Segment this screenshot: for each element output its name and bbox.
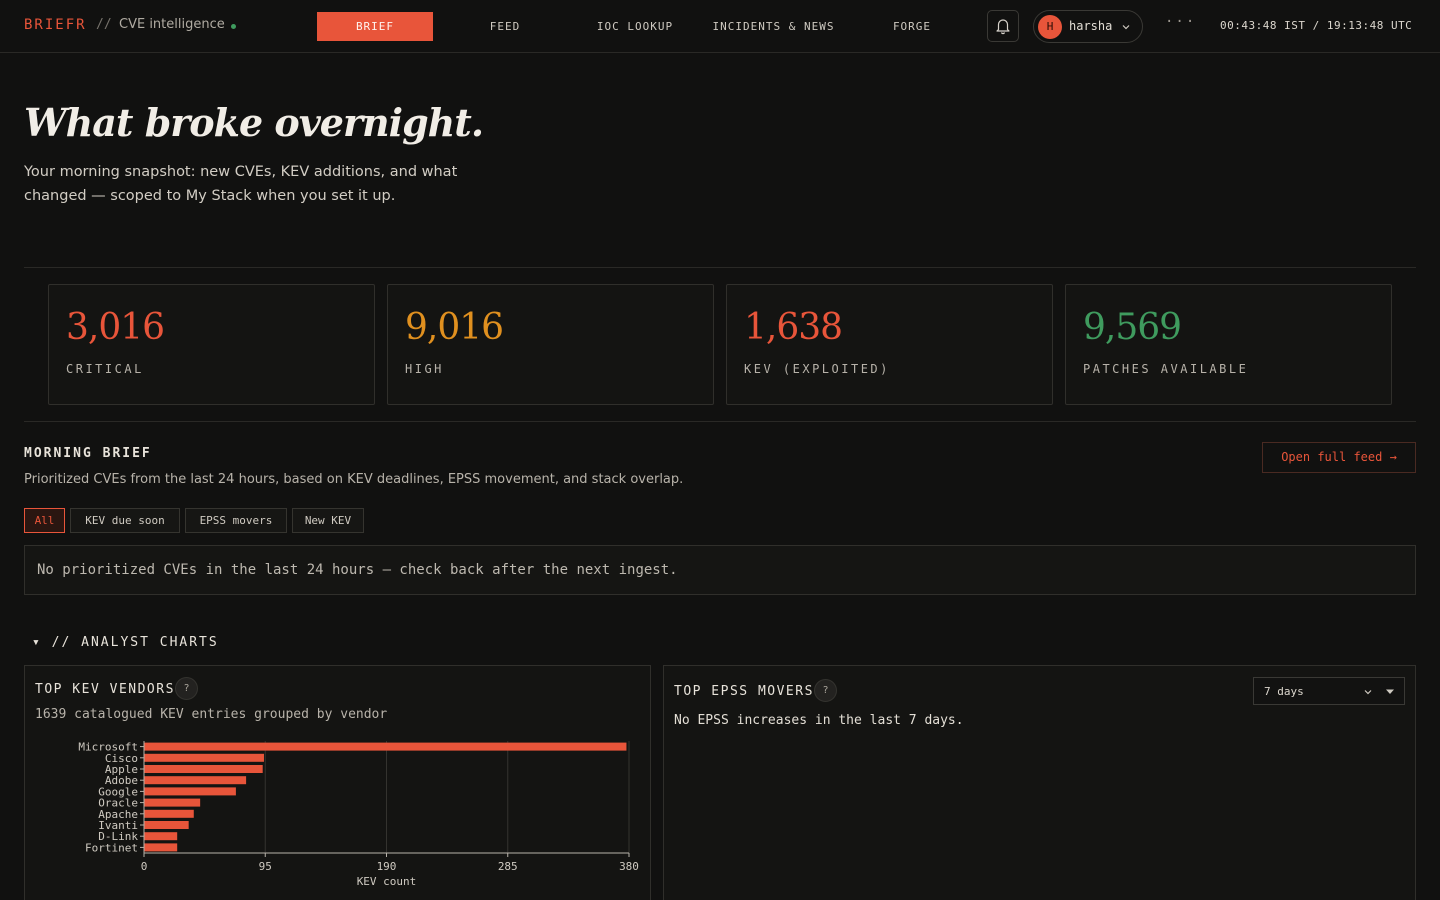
filter-new-kev[interactable]: New KEV (292, 508, 364, 533)
epss-empty-message: No EPSS increases in the last 7 days. (674, 713, 964, 728)
user-name: harsha (1069, 19, 1113, 33)
chevron-down-icon (1364, 690, 1372, 695)
stat-label: PATCHES AVAILABLE (1083, 362, 1249, 376)
x-tick-label: 0 (141, 860, 148, 873)
stat-value: 1,638 (744, 307, 843, 348)
avatar: H (1038, 15, 1062, 39)
x-axis-label: KEV count (357, 875, 417, 888)
x-tick-label: 380 (619, 860, 639, 873)
bar (144, 765, 263, 773)
nav-forge[interactable]: FORGE (872, 12, 952, 41)
brand-logo[interactable]: BRIEFR (24, 17, 87, 33)
stat-label: KEV (EXPLOITED) (744, 362, 890, 376)
page-subtitle: Your morning snapshot: new CVEs, KEV add… (24, 164, 458, 204)
nav-feed[interactable]: FEED (455, 12, 555, 41)
notifications-button[interactable] (987, 10, 1019, 42)
page-title: What broke overnight. (24, 100, 484, 145)
kev-vendors-panel: TOP KEV VENDORS ? 1639 catalogued KEV en… (24, 665, 651, 900)
more-menu-button[interactable]: ··· (1165, 14, 1196, 30)
kev-vendors-chart: MicrosoftCiscoAppleAdobeGoogleOracleApac… (78, 741, 639, 888)
analyst-charts-toggle[interactable]: ▾ // ANALYST CHARTS (32, 635, 219, 650)
time-range-select[interactable]: 7 days (1253, 677, 1405, 705)
bell-icon (996, 19, 1010, 35)
stat-label: HIGH (405, 362, 444, 376)
brand-subtitle: CVE intelligence (119, 17, 225, 32)
help-icon[interactable]: ? (814, 679, 837, 702)
filter-kev-due-soon[interactable]: KEV due soon (70, 508, 180, 533)
stat-value: 9,016 (405, 307, 504, 348)
bar (144, 821, 189, 829)
bar (144, 832, 178, 841)
x-tick-label: 190 (377, 860, 397, 873)
bar (144, 753, 264, 762)
divider (24, 421, 1416, 422)
help-icon[interactable]: ? (175, 677, 198, 700)
time-range-value: 7 days (1264, 685, 1304, 698)
divider (24, 267, 1416, 268)
bar (144, 798, 201, 807)
stat-card-high[interactable]: 9,016 HIGH (387, 284, 714, 405)
stat-label: CRITICAL (66, 362, 144, 376)
stat-card-critical[interactable]: 3,016 CRITICAL (48, 284, 375, 405)
nav-incidents-news[interactable]: INCIDENTS & NEWS (700, 12, 847, 41)
chevron-down-icon (1122, 25, 1130, 30)
epss-movers-panel: TOP EPSS MOVERS ? No EPSS increases in t… (663, 665, 1416, 900)
caret-down-icon (1386, 689, 1394, 694)
status-dot (231, 24, 236, 29)
open-full-feed-button[interactable]: Open full feed → (1262, 442, 1416, 473)
bar (144, 787, 236, 796)
brief-empty-state: No prioritized CVEs in the last 24 hours… (24, 545, 1416, 595)
stat-value: 9,569 (1083, 307, 1182, 348)
kev-vendors-title: TOP KEV VENDORS (35, 682, 175, 697)
empty-message: No prioritized CVEs in the last 24 hours… (37, 562, 678, 578)
bar (144, 843, 178, 852)
bar (144, 776, 247, 785)
filter-epss-movers[interactable]: EPSS movers (185, 508, 287, 533)
brand-separator: // (96, 17, 112, 32)
epss-movers-title: TOP EPSS MOVERS (674, 684, 814, 699)
filter-all[interactable]: All (24, 508, 65, 533)
kev-vendors-subtitle: 1639 catalogued KEV entries grouped by v… (35, 707, 388, 722)
morning-brief-subtitle: Prioritized CVEs from the last 24 hours,… (24, 472, 684, 487)
bar (144, 809, 194, 818)
top-nav-bar: BRIEFR // CVE intelligence BRIEF FEED IO… (0, 0, 1440, 53)
user-menu[interactable]: H harsha (1033, 10, 1143, 43)
category-label: Fortinet (85, 841, 138, 854)
bar (144, 742, 627, 751)
stat-card-patches[interactable]: 9,569 PATCHES AVAILABLE (1065, 284, 1392, 405)
x-tick-label: 95 (259, 860, 272, 873)
stat-card-kev[interactable]: 1,638 KEV (EXPLOITED) (726, 284, 1053, 405)
x-tick-label: 285 (498, 860, 518, 873)
morning-brief-title: MORNING BRIEF (24, 446, 152, 461)
stat-value: 3,016 (66, 307, 165, 348)
nav-brief[interactable]: BRIEF (317, 12, 433, 41)
clock-readout: 00:43:48 IST / 19:13:48 UTC (1220, 19, 1413, 32)
nav-ioc-lookup[interactable]: IOC LOOKUP (585, 12, 685, 41)
